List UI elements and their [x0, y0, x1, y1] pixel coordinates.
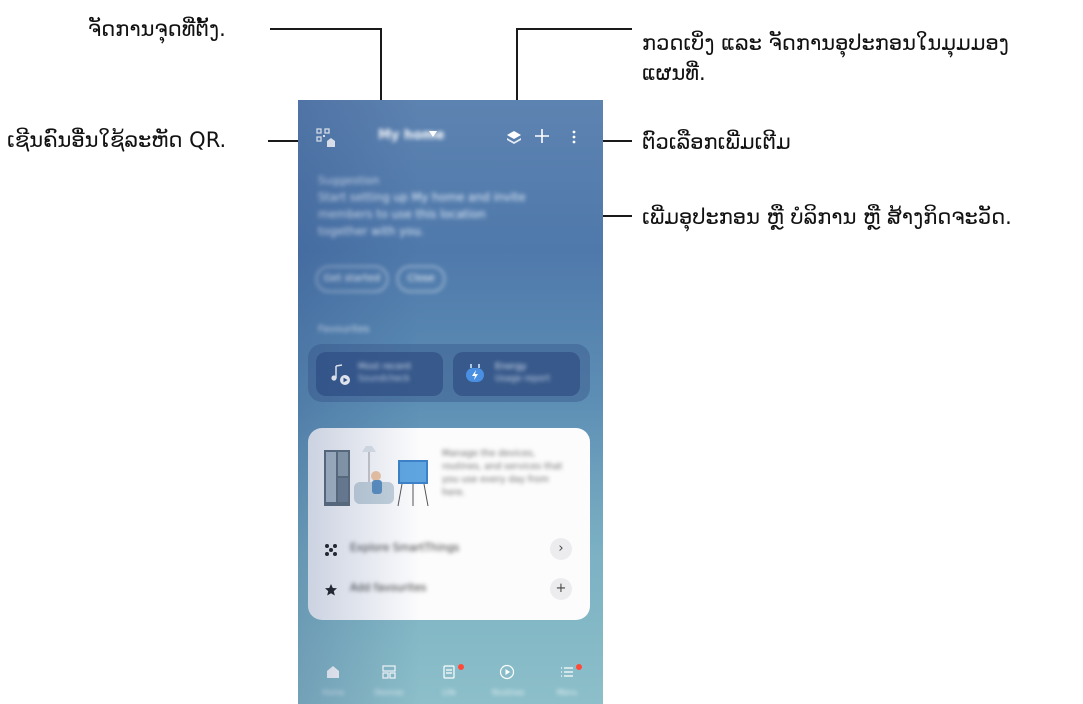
favourite-card-sub: Usage report: [495, 374, 551, 384]
qr-home-icon[interactable]: [316, 128, 336, 152]
row-label: Add favourites: [350, 582, 427, 594]
label-map-view-line2: ແຜນທີ່.: [642, 61, 706, 85]
nav-devices[interactable]: Devices: [374, 664, 404, 697]
nav-routines[interactable]: Routines: [492, 664, 525, 697]
nav-label: Life: [442, 688, 456, 697]
favourite-card-label: Most recent: [358, 362, 412, 372]
energy-plug-icon: [463, 362, 487, 390]
suggestion-text: Start setting up My home and invite memb…: [318, 190, 526, 238]
nav-life[interactable]: Life: [434, 664, 464, 697]
devices-icon: [382, 665, 396, 679]
row-label: Explore SmartThings: [350, 542, 460, 554]
add-favourites-row[interactable]: Add favourites +: [308, 574, 590, 604]
smartthings-icon: [324, 542, 338, 561]
promo-card: Manage the devices, routines, and servic…: [308, 428, 590, 620]
top-bar: My home: [298, 122, 603, 152]
label-invite-qr: ເຊີນຄົນອື່ນໃຊ້ລະຫັດ QR.: [7, 128, 227, 152]
menu-icon: [561, 667, 573, 677]
favourites-panel: Most recent Soundcheck Energy Usage repo…: [308, 344, 590, 402]
favourite-card-sub: Soundcheck: [358, 374, 410, 384]
routines-icon: [499, 664, 515, 680]
add-button[interactable]: +: [550, 578, 572, 600]
nav-label: Home: [321, 688, 345, 697]
badge-dot: [458, 664, 464, 670]
favourite-card-label: Energy: [495, 362, 527, 372]
bottom-nav: Home Devices Life Routines Menu: [298, 656, 603, 704]
badge-dot: [576, 664, 582, 670]
chevron-down-icon[interactable]: [429, 131, 437, 137]
phone-screen: My home Suggestion Start setting up My h…: [298, 100, 603, 704]
life-icon: [443, 665, 455, 679]
map-view-icon[interactable]: [506, 130, 522, 150]
label-add-device: ເພີ່ມອຸປະກອນ ຫຼື ບໍລິການ ຫຼື ສ້າງກິດຈະວັ…: [642, 205, 1012, 229]
chevron-right-button[interactable]: ›: [550, 538, 572, 560]
label-more-options: ຕົວເລືອກເພີ່ມເຕີມ: [642, 130, 791, 154]
nav-label: Devices: [374, 688, 404, 697]
close-suggestion-button[interactable]: Close: [397, 266, 445, 292]
home-icon: [327, 666, 339, 678]
promo-description: Manage the devices, routines, and servic…: [442, 449, 563, 498]
suggestion-title: Suggestion: [318, 174, 380, 187]
suggestion-block: Suggestion Start setting up My home and …: [318, 172, 538, 240]
favourites-title: Favourites: [318, 324, 370, 335]
label-manage-locations: ຈັດການຈຸດທີ່ຕັ້ງ.: [88, 17, 226, 41]
living-room-illustration: [322, 442, 442, 512]
more-vertical-icon[interactable]: [571, 129, 577, 149]
callout-line-map-view: [516, 28, 632, 30]
plus-icon[interactable]: [533, 127, 551, 149]
music-play-icon: [328, 362, 352, 390]
get-started-button[interactable]: Get started: [316, 266, 388, 292]
nav-home[interactable]: Home: [318, 664, 348, 697]
star-icon: [324, 582, 338, 601]
nav-label: Menu: [556, 688, 578, 697]
nav-label: Routines: [492, 688, 525, 697]
explore-smartthings-row[interactable]: Explore SmartThings ›: [308, 534, 590, 564]
favourite-card-energy[interactable]: Energy Usage report: [453, 352, 580, 396]
callout-line-manage-locations: [270, 28, 382, 30]
favourite-card-music[interactable]: Most recent Soundcheck: [316, 352, 443, 396]
label-map-view-line1: ກວດເບິ່ງ ແລະ ຈັດການອຸປະກອນໃນມຸມມອງ: [642, 31, 1009, 55]
nav-menu[interactable]: Menu: [552, 664, 582, 697]
